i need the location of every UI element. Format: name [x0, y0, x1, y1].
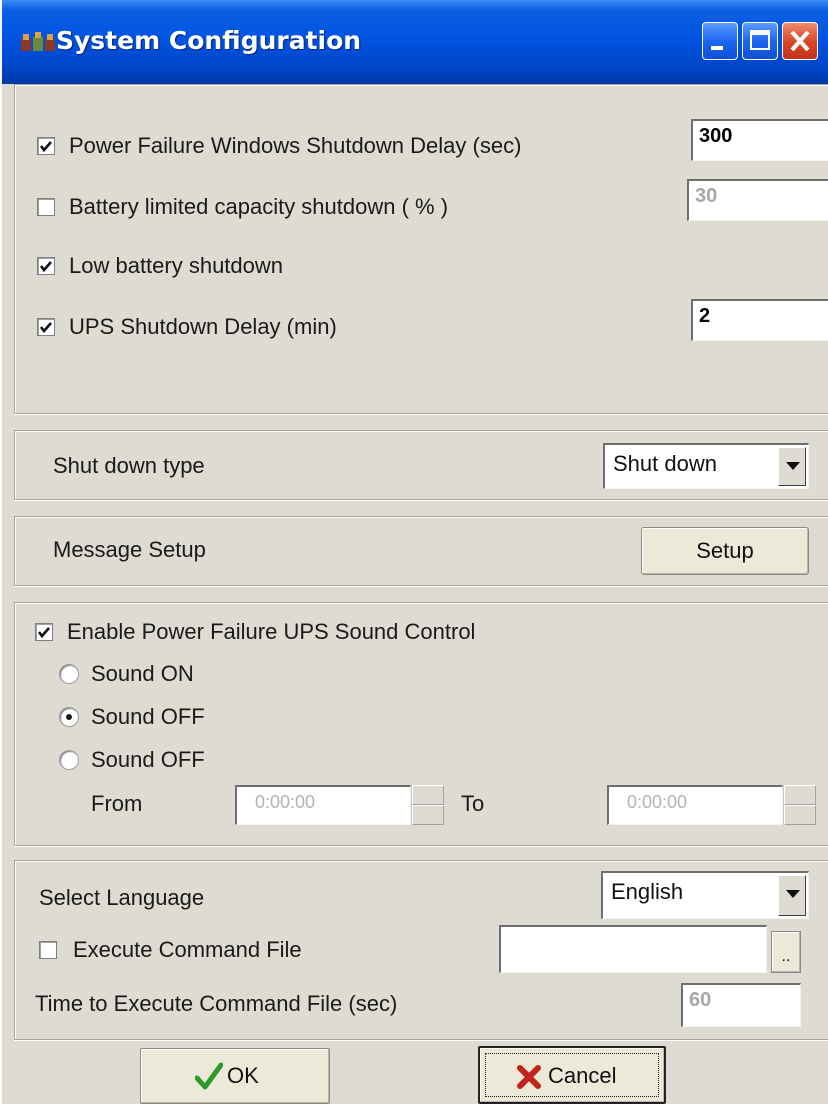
execute-time-input[interactable]: 60	[681, 983, 801, 1027]
power-failure-delay-checkbox[interactable]	[37, 137, 55, 155]
cancel-x-icon	[517, 1065, 541, 1089]
close-icon	[790, 30, 810, 52]
sound-control-group: Enable Power Failure UPS Sound Control S…	[14, 602, 828, 846]
cancel-button[interactable]: Cancel	[478, 1046, 666, 1104]
chevron-down-icon	[786, 890, 800, 898]
from-time-spinner[interactable]	[411, 785, 444, 825]
to-time-spinner[interactable]	[783, 785, 816, 825]
enable-sound-checkbox[interactable]	[35, 623, 53, 641]
checkmark-icon	[39, 261, 52, 273]
power-failure-delay-label: Power Failure Windows Shutdown Delay (se…	[69, 133, 522, 158]
battery-capacity-label: Battery limited capacity shutdown ( % )	[69, 194, 449, 219]
shutdown-type-select[interactable]: Shut down	[603, 443, 809, 489]
battery-capacity-checkbox[interactable]	[37, 198, 55, 216]
title-bar[interactable]: System Configuration	[2, 0, 828, 84]
spin-down-button[interactable]	[784, 805, 816, 825]
app-icon	[21, 32, 55, 51]
from-label: From	[91, 791, 143, 816]
checkmark-icon	[195, 1062, 223, 1090]
sound-off-schedule-label: Sound OFF	[91, 747, 205, 772]
maximize-icon	[750, 30, 770, 50]
shutdown-type-group: Shut down type Shut down	[14, 430, 828, 500]
shutdown-options-group: Power Failure Windows Shutdown Delay (se…	[14, 84, 828, 414]
low-battery-label: Low battery shutdown	[69, 253, 284, 278]
spin-up-button[interactable]	[412, 785, 444, 805]
sound-off-radio[interactable]	[59, 707, 79, 727]
cancel-label: Cancel	[548, 1063, 617, 1088]
sound-off-schedule-radio[interactable]	[59, 750, 79, 770]
sound-off-label: Sound OFF	[91, 704, 205, 729]
message-setup-group: Message Setup Setup	[14, 516, 828, 586]
window-title: System Configuration	[56, 26, 362, 55]
minimize-button[interactable]	[702, 22, 738, 60]
to-time-input[interactable]: 0:00:00	[607, 785, 783, 825]
language-command-group: Select Language English Execute Command …	[14, 860, 828, 1040]
select-language-label: Select Language	[39, 885, 205, 910]
to-label: To	[461, 791, 485, 816]
execute-command-checkbox[interactable]	[39, 941, 57, 959]
ok-button[interactable]: OK	[140, 1048, 330, 1104]
chevron-down-icon	[786, 462, 800, 470]
battery-capacity-input[interactable]: 30	[687, 179, 828, 221]
execute-command-label: Execute Command File	[73, 937, 302, 962]
language-select[interactable]: English	[601, 871, 809, 919]
power-failure-delay-input[interactable]: 300	[691, 119, 828, 161]
spin-down-button[interactable]	[412, 805, 444, 825]
language-value: English	[611, 879, 684, 904]
dropdown-button[interactable]	[778, 875, 806, 916]
execute-time-label: Time to Execute Command File (sec)	[35, 991, 398, 1016]
setup-button[interactable]: Setup	[641, 527, 809, 575]
checkmark-icon	[37, 627, 50, 639]
spin-up-button[interactable]	[784, 785, 816, 805]
ok-label: OK	[227, 1063, 259, 1088]
message-setup-label: Message Setup	[53, 537, 206, 562]
sound-on-radio[interactable]	[59, 664, 79, 684]
checkmark-icon	[39, 141, 52, 153]
from-time-input[interactable]: 0:00:00	[235, 785, 411, 825]
browse-button[interactable]: ..	[771, 931, 801, 973]
ups-delay-checkbox[interactable]	[37, 318, 55, 336]
close-button[interactable]	[782, 22, 818, 60]
command-file-input[interactable]	[499, 925, 767, 973]
checkmark-icon	[39, 322, 52, 334]
minimize-icon	[711, 46, 723, 50]
dialog-body: Power Failure Windows Shutdown Delay (se…	[14, 84, 828, 1104]
system-configuration-window: System Configuration Power Failure Windo…	[2, 0, 828, 1104]
shutdown-type-label: Shut down type	[53, 453, 205, 478]
enable-sound-label: Enable Power Failure UPS Sound Control	[67, 619, 476, 644]
ups-delay-label: UPS Shutdown Delay (min)	[69, 314, 337, 339]
maximize-button[interactable]	[742, 22, 778, 60]
low-battery-checkbox[interactable]	[37, 257, 55, 275]
ups-delay-input[interactable]: 2	[691, 299, 828, 341]
shutdown-type-value: Shut down	[613, 451, 717, 476]
sound-on-label: Sound ON	[91, 661, 194, 686]
dropdown-button[interactable]	[778, 447, 806, 486]
